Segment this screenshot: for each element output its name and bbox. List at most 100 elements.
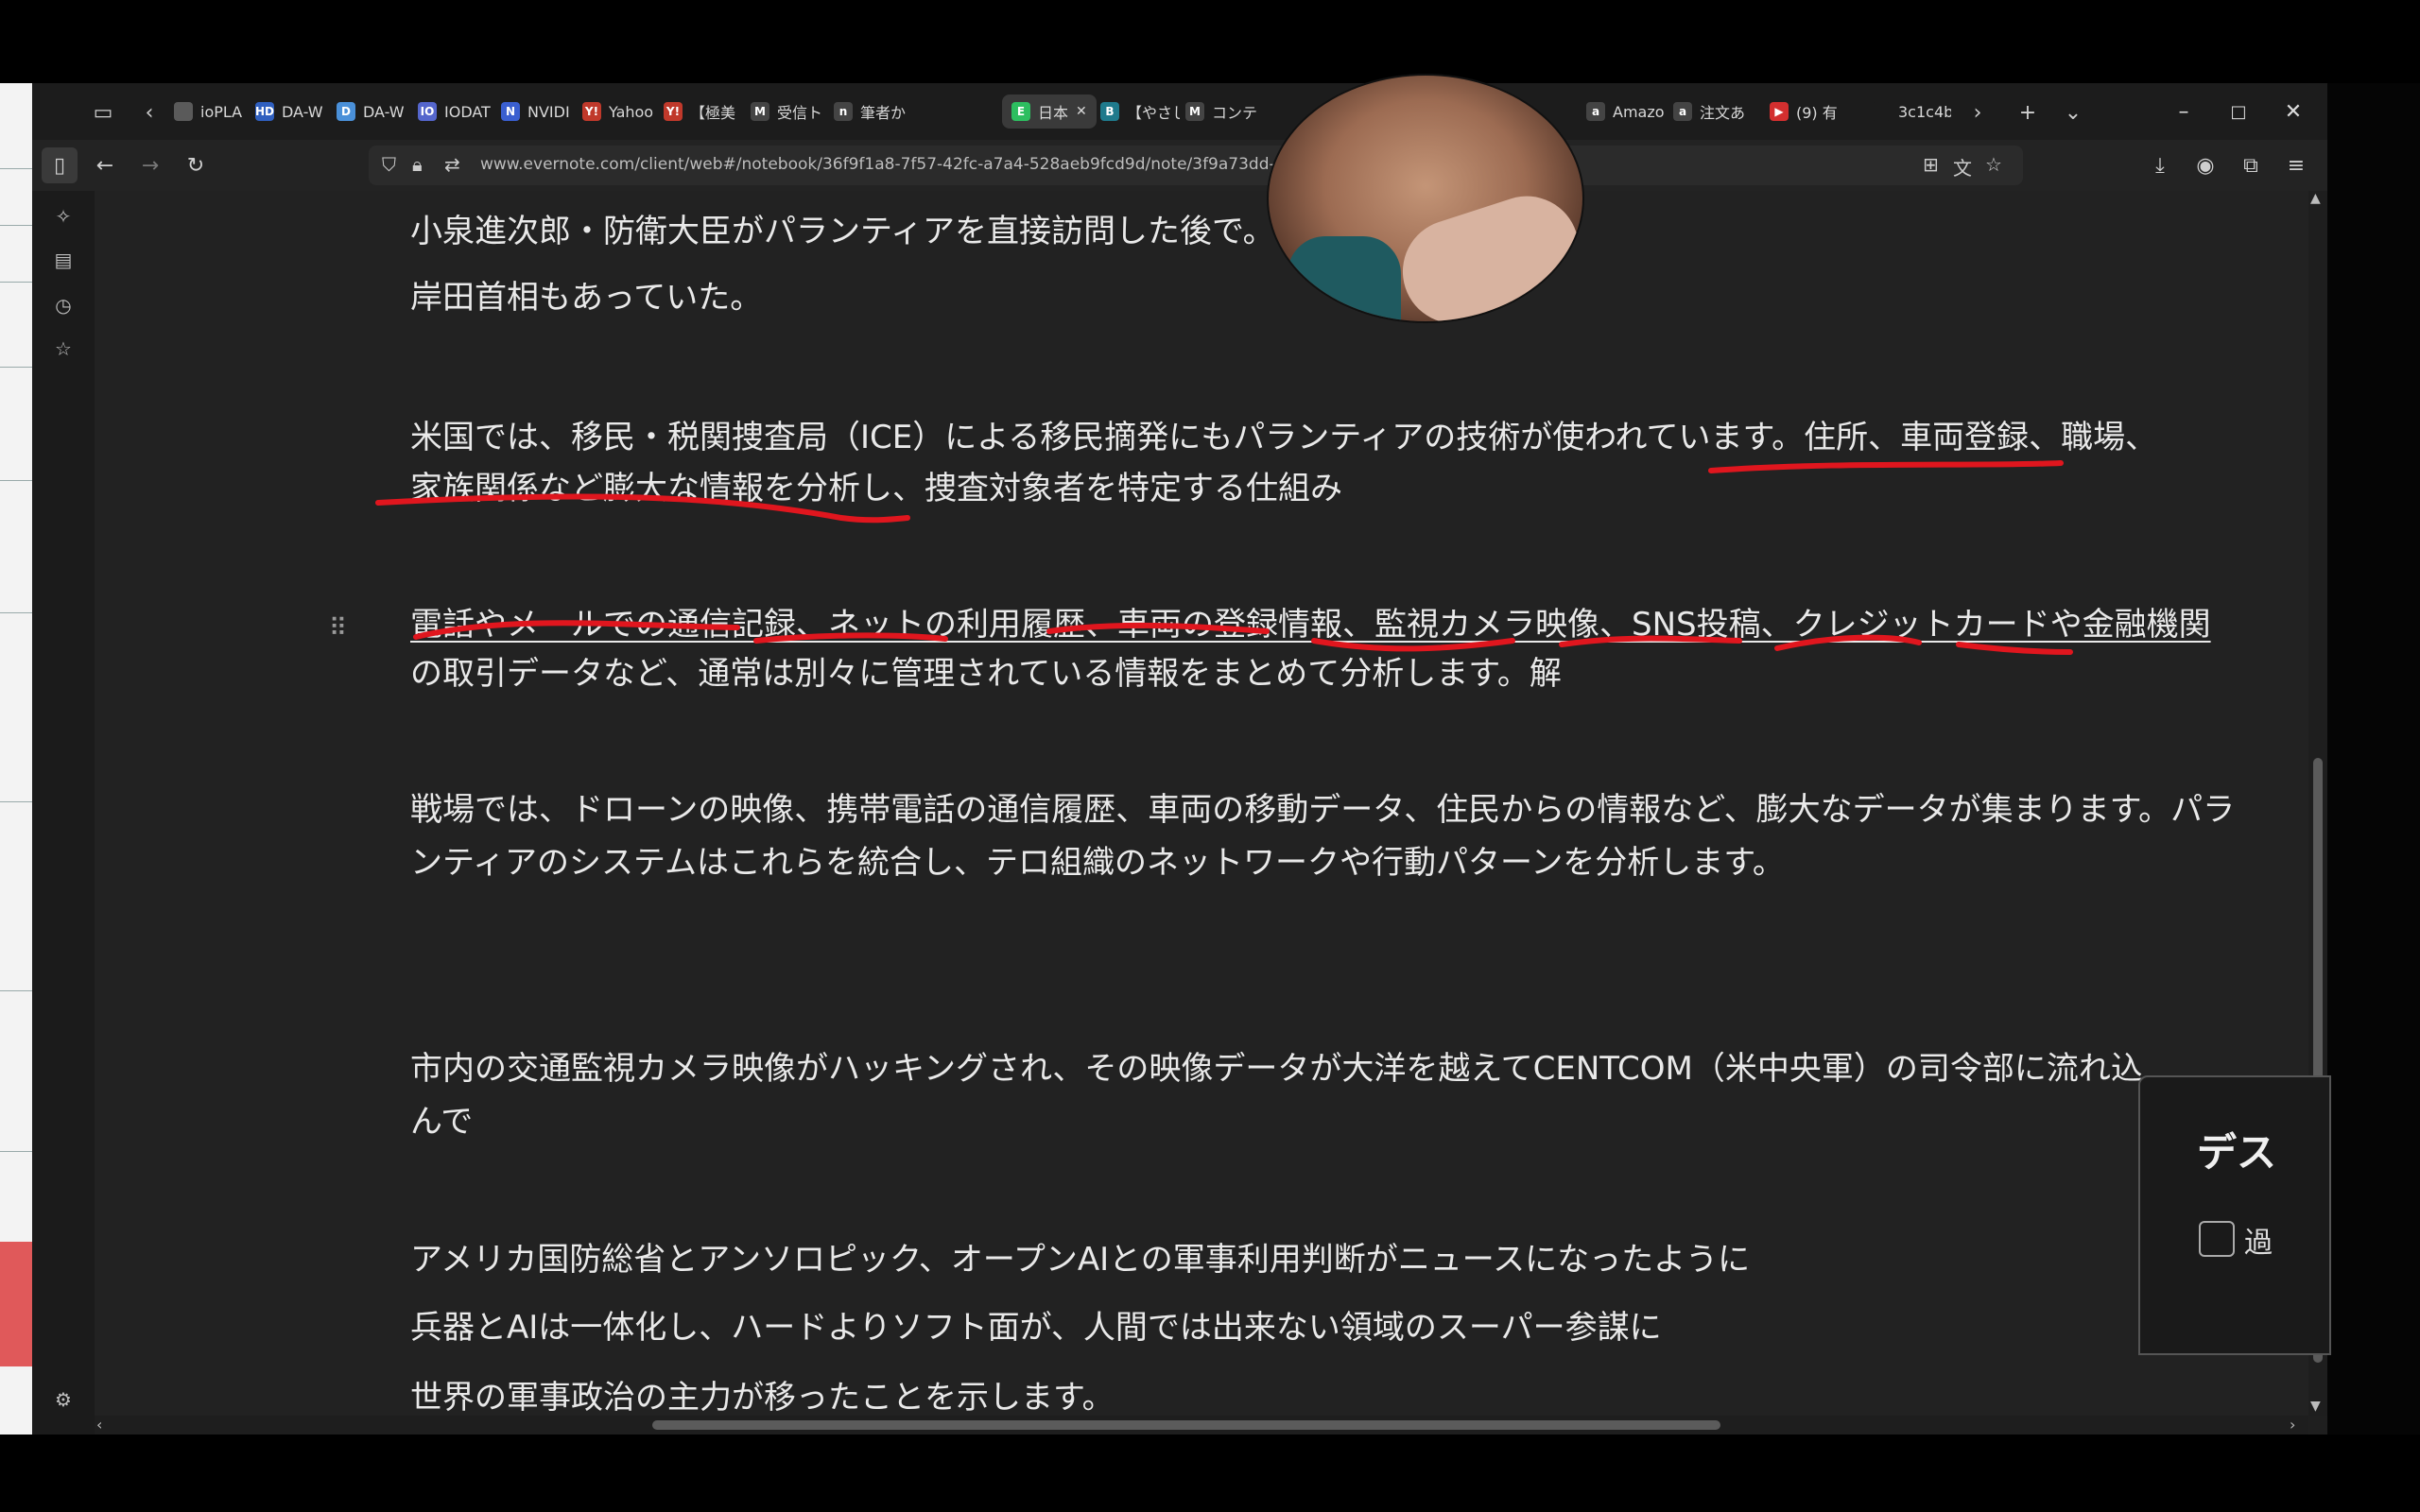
youtube-favicon-icon: ▶ — [1770, 102, 1789, 121]
tab-10[interactable]: B 【やさし — [1100, 94, 1180, 129]
tab-label: DA-W — [282, 102, 323, 121]
task-checkbox[interactable] — [2199, 1221, 2235, 1257]
generic-page-icon — [174, 102, 193, 121]
tab-label: DA-W — [363, 102, 405, 121]
tab-2[interactable]: D DA-W — [337, 94, 405, 129]
tab-5[interactable]: Y! Yahoo — [582, 94, 653, 129]
close-tab-icon[interactable]: ✕ — [1076, 104, 1087, 119]
tab-label: ioPLA — [200, 102, 243, 121]
tab-7[interactable]: M 受信ト — [751, 94, 822, 129]
tab-8[interactable]: n 筆者か — [834, 94, 906, 129]
scroll-up-icon[interactable]: ▲ — [2310, 191, 2321, 206]
gmail-favicon-icon: M — [751, 102, 769, 121]
tab-6[interactable]: Y! 【極美 — [664, 94, 735, 129]
da-favicon-icon: D — [337, 102, 355, 121]
account-icon[interactable]: ◉ — [2187, 147, 2223, 183]
pen-underline-mark — [1708, 460, 2064, 473]
downloads-icon[interactable]: ⤓ — [2142, 147, 2178, 183]
da-favicon-icon: HD — [255, 102, 274, 121]
reload-icon[interactable]: ↻ — [178, 147, 214, 183]
tab-0[interactable]: ioPLA — [174, 94, 242, 129]
navigation-toolbar: ▯ ← → ↻ ⛉ 🔒︎ ⇄ www.evernote.com/client/w… — [32, 140, 2327, 191]
bookmark-star-icon[interactable]: ☆ — [1985, 153, 2002, 176]
tab-label: IODAT — [444, 102, 491, 121]
amazon-favicon-icon: a — [1586, 102, 1605, 121]
scroll-right-icon[interactable]: › — [2290, 1416, 2295, 1434]
url-text[interactable]: www.evernote.com/client/web#/notebook/36… — [480, 155, 1305, 174]
tab-label: (9) 有 — [1796, 104, 1838, 122]
panel-title: デス — [2197, 1129, 2277, 1176]
pen-underline-mark — [1774, 634, 1922, 651]
tab-9[interactable]: E 日本 ✕ — [1002, 94, 1097, 129]
menu-icon[interactable]: ≡ — [2278, 147, 2314, 183]
tab-15[interactable]: 3c1c4ba25 — [1872, 94, 1951, 129]
evernote-sidebar: ✧ ▤ ◷ ☆ ⚙ — [32, 191, 95, 1435]
yahoo-favicon-icon: Y! — [664, 102, 683, 121]
generic-page-icon — [1872, 102, 1891, 121]
tab-label: 注文あ — [1700, 104, 1746, 122]
amazon-favicon-icon: a — [1673, 102, 1692, 121]
nvidia-favicon-icon: N — [501, 102, 520, 121]
tab-scroll-right-icon[interactable]: › — [1966, 94, 1989, 130]
pen-underline-mark — [753, 632, 948, 644]
install-app-icon[interactable]: ⊞ — [1923, 153, 1939, 176]
favorites-star-icon[interactable]: ☆ — [47, 333, 79, 365]
pen-underline-mark — [1311, 638, 1515, 652]
new-tab-icon[interactable]: + — [2010, 94, 2046, 130]
pen-underline-mark — [375, 493, 910, 524]
back-icon[interactable]: ← — [87, 147, 123, 183]
tab-11[interactable]: M コンテ — [1185, 94, 1257, 129]
tab-bar: ▭ ‹ ioPLA HD DA-W D DA-W IO IODAT N NVIDI Y! Yahoo… — [32, 83, 2327, 140]
pen-underline-mark — [1559, 635, 1742, 647]
tab-3[interactable]: IO IODAT — [418, 94, 491, 129]
tab-label: NVIDI — [527, 102, 570, 121]
ai-sparkle-icon[interactable]: ✧ — [47, 200, 79, 232]
tab-12[interactable]: a Amazo — [1586, 94, 1665, 129]
tab-scroll-left-icon[interactable]: ‹ — [138, 94, 161, 130]
evernote-favicon-icon: E — [1011, 102, 1030, 121]
tab-label: 3c1c4ba25 — [1898, 102, 1951, 121]
tab-label: 受信ト — [777, 104, 823, 122]
tab-label: Amazo — [1613, 102, 1665, 121]
close-window-icon[interactable]: ✕ — [2274, 94, 2312, 129]
note-editor[interactable]: 小泉進次郎・防衛大臣がパランティアを直接訪問した後で。 岸田首相もあっていた。 … — [95, 191, 2308, 1416]
tab-4[interactable]: N NVIDI — [501, 94, 570, 129]
horizontal-scrollbar[interactable]: ‹ › — [95, 1416, 2308, 1435]
sidebar-toggle-icon[interactable]: ▯ — [42, 147, 78, 183]
background-window-left — [0, 83, 32, 1435]
gmail-favicon-icon: M — [1185, 102, 1204, 121]
webcam-overlay — [1267, 74, 1584, 323]
extensions-icon[interactable]: ⧉ — [2233, 147, 2269, 183]
page-favicon-icon: B — [1100, 102, 1119, 121]
maximize-icon[interactable]: □ — [2220, 94, 2257, 129]
tab-overview-icon[interactable]: ▭ — [85, 94, 121, 130]
scroll-down-icon[interactable]: ▼ — [2310, 1399, 2321, 1414]
notes-icon[interactable]: ▤ — [47, 244, 79, 276]
tab-label: 日本 — [1038, 104, 1069, 122]
background-red-block — [0, 1242, 32, 1366]
lock-icon[interactable]: 🔒︎ — [412, 153, 423, 176]
horizontal-scroll-thumb[interactable] — [652, 1420, 1720, 1430]
notion-favicon-icon: n — [834, 102, 853, 121]
translate-icon[interactable]: 文 — [1953, 153, 1972, 180]
pen-underline-mark — [1046, 622, 1270, 634]
settings-gear-icon[interactable]: ⚙ — [47, 1383, 79, 1416]
tab-14[interactable]: ▶ (9) 有 — [1770, 94, 1838, 129]
webcam-person-shirt — [1288, 236, 1401, 321]
browser-window: ▭ ‹ ioPLA HD DA-W D DA-W IO IODAT N NVIDI Y! Yahoo… — [32, 83, 2327, 1435]
minimize-icon[interactable]: – — [2165, 94, 2203, 129]
scroll-left-icon[interactable]: ‹ — [96, 1416, 102, 1434]
tab-label: Yahoo — [609, 102, 654, 121]
tab-13[interactable]: a 注文あ — [1673, 94, 1745, 129]
tab-list-icon[interactable]: ⌄ — [2055, 94, 2091, 130]
tab-1[interactable]: HD DA-W — [255, 94, 323, 129]
address-bar[interactable]: ⛉ 🔒︎ ⇄ www.evernote.com/client/web#/note… — [369, 146, 2023, 185]
tab-label: 【極美 — [690, 104, 736, 122]
tab-label: コンテ — [1212, 104, 1258, 122]
site-permissions-icon[interactable]: ⇄ — [444, 153, 460, 176]
history-icon[interactable]: ◷ — [47, 289, 79, 321]
shield-icon[interactable]: ⛉ — [382, 153, 396, 176]
forward-icon[interactable]: → — [132, 147, 168, 183]
pen-underline-mark — [1956, 642, 2073, 655]
iodata-favicon-icon: IO — [418, 102, 437, 121]
